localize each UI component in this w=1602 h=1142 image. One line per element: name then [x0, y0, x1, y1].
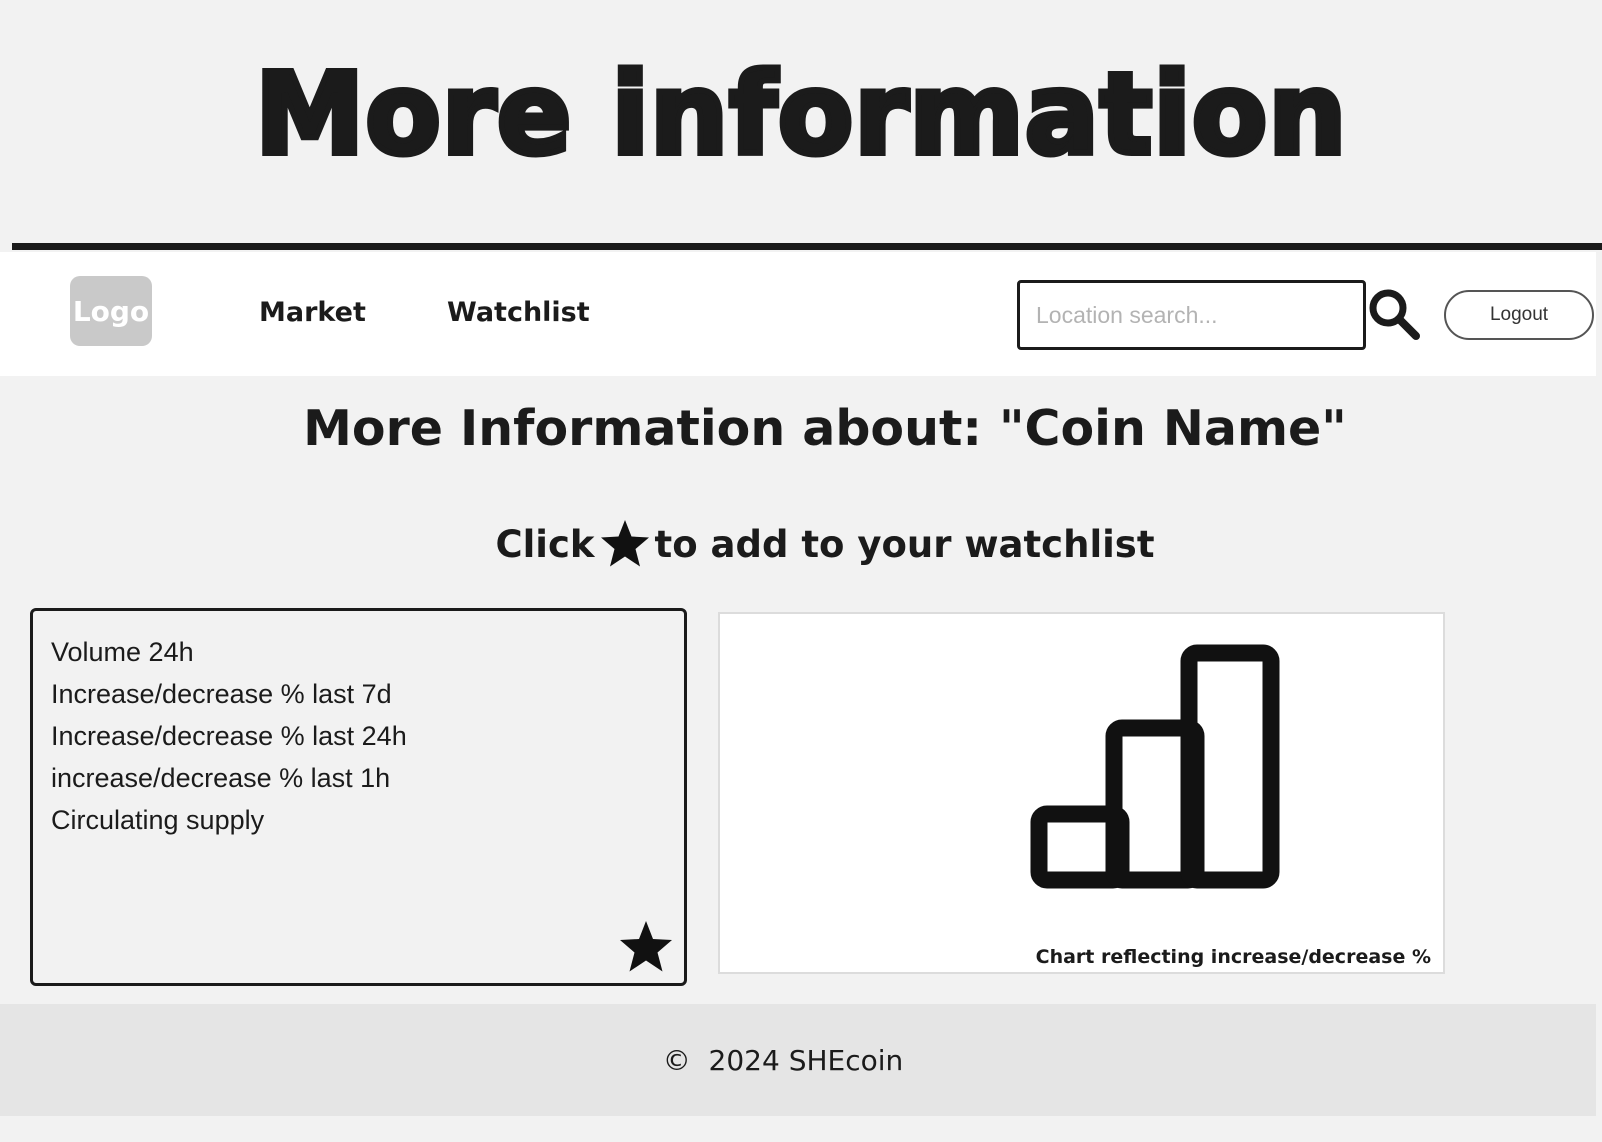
page-title: More Information about: "Coin Name"	[303, 400, 1347, 457]
logout-button[interactable]: Logout	[1444, 290, 1594, 340]
info-circulating-supply: Circulating supply	[51, 805, 265, 835]
copyright-text: © 2024 SHEcoin	[662, 1043, 904, 1077]
search-input[interactable]	[1020, 283, 1363, 347]
bar-chart-icon	[1030, 644, 1280, 889]
logo[interactable]: Logo	[70, 276, 152, 346]
star-icon	[600, 520, 649, 567]
watchlist-hint-suffix: to add to your watchlist	[654, 522, 1155, 566]
footer: © 2024 SHEcoin	[0, 1004, 1596, 1116]
search-icon[interactable]	[1366, 286, 1422, 342]
page: More information Logo Market Watchlist L…	[0, 0, 1602, 1142]
nav-link-market[interactable]: Market	[259, 297, 366, 328]
watchlist-hint-prefix: Click	[495, 522, 595, 566]
add-to-watchlist-star-icon[interactable]	[618, 919, 674, 975]
watchlist-hint: Click to add to your watchlist	[0, 518, 1602, 570]
coin-info-card: Volume 24h Increase/decrease % last 7d I…	[30, 608, 687, 986]
navbar: Logo Market Watchlist Logout	[0, 252, 1596, 376]
chart-panel: Chart reflecting increase/decrease %	[718, 612, 1445, 974]
chart-caption: Chart reflecting increase/decrease %	[1035, 946, 1431, 968]
info-change-24h: Increase/decrease % last 24h	[51, 721, 407, 751]
info-change-7d: Increase/decrease % last 7d	[51, 679, 392, 709]
info-volume-24h: Volume 24h	[51, 637, 194, 667]
banner-title: More information	[252, 50, 1349, 180]
search-box	[1017, 280, 1366, 350]
nav-link-watchlist[interactable]: Watchlist	[447, 297, 590, 328]
banner-divider	[12, 243, 1602, 250]
info-change-1h: increase/decrease % last 1h	[51, 763, 391, 793]
banner: More information	[0, 0, 1602, 232]
